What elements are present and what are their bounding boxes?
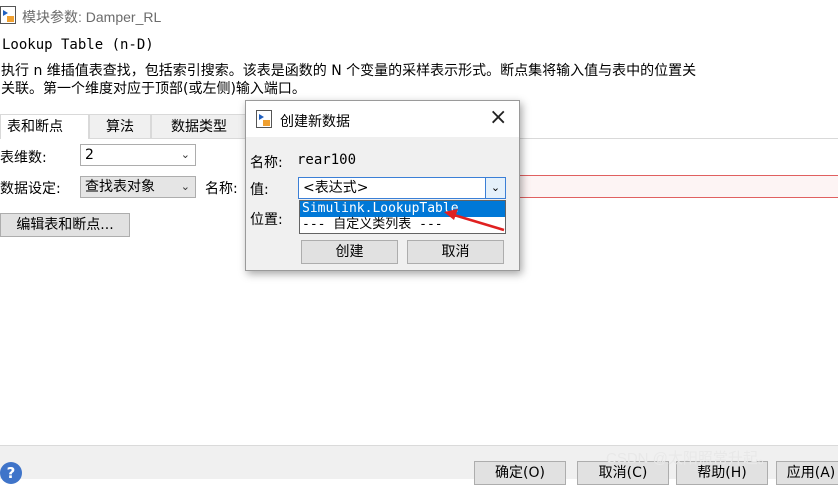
edit-table-button[interactable]: 编辑表和断点... — [0, 213, 130, 237]
dialog-cancel-button[interactable]: 取消 — [407, 240, 504, 264]
tab-table-and-breakpoints[interactable]: 表和断点 — [0, 114, 89, 139]
table-dims-label: 表维数: — [0, 150, 47, 166]
tab-algorithm[interactable]: 算法 — [89, 114, 151, 138]
simulink-block-icon — [256, 110, 272, 128]
block-description: 执行 n 维插值表查找，包括索引搜索。该表是函数的 N 个变量的采样表示形式。断… — [1, 62, 838, 98]
dialog-title: 创建新数据 — [280, 114, 350, 130]
description-line-2: 关联。第一个维度对应于顶部(或左侧)输入端口。 — [1, 81, 306, 97]
dialog-name-value: rear100 — [297, 152, 357, 168]
data-spec-label: 数据设定: — [0, 181, 61, 197]
dialog-location-label: 位置: — [250, 212, 283, 228]
apply-button[interactable]: 应用(A) — [776, 461, 838, 485]
data-spec-value: 查找表对象 — [85, 179, 155, 195]
dialog-name-label: 名称: — [250, 155, 283, 171]
window-title: 模块参数: Damper_RL — [22, 9, 162, 25]
chevron-down-icon[interactable]: ⌄ — [485, 178, 505, 198]
name-label: 名称: — [205, 181, 238, 197]
value-selected: <表达式> — [303, 180, 369, 196]
red-arrow-annotation — [444, 209, 505, 232]
close-icon[interactable]: × — [489, 107, 507, 129]
chevron-down-icon: ⌄ — [180, 148, 190, 161]
tab-data-types[interactable]: 数据类型 — [151, 114, 247, 138]
watermark: CSDN @太阳照常升起。 — [606, 450, 773, 467]
data-spec-select[interactable]: 查找表对象 ⌄ — [80, 176, 196, 198]
block-type-name: Lookup Table (n-D) — [2, 37, 154, 53]
dialog-value-label: 值: — [250, 182, 269, 198]
create-button[interactable]: 创建 — [301, 240, 398, 264]
simulink-block-icon — [0, 6, 16, 24]
table-dims-select[interactable]: 2 ⌄ — [80, 144, 196, 166]
table-dims-value: 2 — [85, 147, 94, 163]
help-icon[interactable]: ? — [0, 462, 22, 484]
chevron-down-icon: ⌄ — [180, 180, 190, 193]
description-line-1: 执行 n 维插值表查找，包括索引搜索。该表是函数的 N 个变量的采样表示形式。断… — [1, 63, 697, 79]
value-expression-combo[interactable]: <表达式> ⌄ — [298, 177, 506, 199]
ok-button[interactable]: 确定(O) — [474, 461, 566, 485]
